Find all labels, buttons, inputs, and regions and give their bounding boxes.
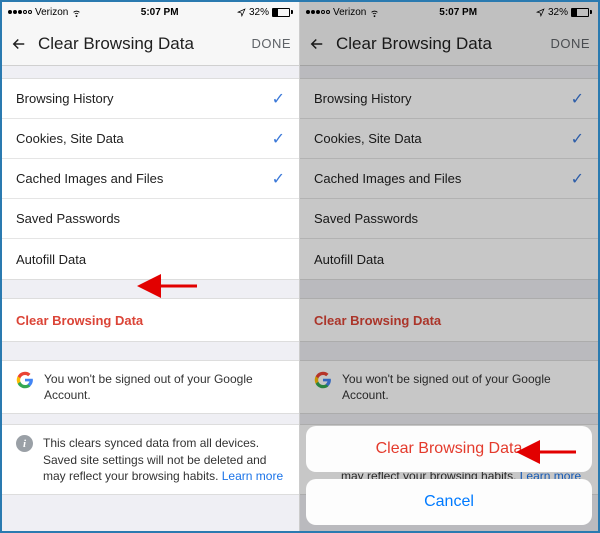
check-icon: ✓ — [272, 89, 285, 109]
back-button[interactable] — [10, 35, 34, 53]
status-bar: Verizon 5:07 PM 32% — [2, 2, 299, 22]
account-note: You won't be signed out of your Google A… — [300, 360, 598, 414]
account-note-text: You won't be signed out of your Google A… — [342, 371, 584, 403]
done-button[interactable]: DONE — [550, 36, 590, 51]
data-type-list: Browsing History ✓ Cookies, Site Data ✓ … — [300, 78, 598, 280]
check-icon: ✓ — [571, 89, 584, 109]
row-label: Cookies, Site Data — [16, 131, 124, 146]
clear-label: Clear Browsing Data — [314, 313, 441, 328]
learn-more-link[interactable]: Learn more — [222, 469, 283, 483]
page-title: Clear Browsing Data — [34, 34, 251, 54]
data-type-list: Browsing History ✓ Cookies, Site Data ✓ … — [2, 78, 299, 280]
check-icon: ✓ — [272, 169, 285, 189]
time-label: 5:07 PM — [141, 7, 179, 18]
row-label: Browsing History — [314, 91, 412, 106]
sheet-clear-button[interactable]: Clear Browsing Data — [306, 426, 592, 472]
signal-dots-icon — [8, 10, 32, 14]
row-browsing-history[interactable]: Browsing History ✓ — [2, 79, 299, 119]
page-title: Clear Browsing Data — [332, 34, 550, 54]
row-cached[interactable]: Cached Images and Files ✓ — [300, 159, 598, 199]
row-passwords[interactable]: Saved Passwords — [300, 199, 598, 239]
status-bar: Verizon 5:07 PM 32% — [300, 2, 598, 22]
clear-browsing-data-button[interactable]: Clear Browsing Data — [2, 299, 299, 341]
row-label: Cookies, Site Data — [314, 131, 422, 146]
location-icon — [237, 8, 246, 17]
row-autofill[interactable]: Autofill Data — [2, 239, 299, 279]
sync-note: i This clears synced data from all devic… — [2, 424, 299, 495]
clear-browsing-data-button[interactable]: Clear Browsing Data — [300, 299, 598, 341]
row-passwords[interactable]: Saved Passwords — [2, 199, 299, 239]
row-label: Autofill Data — [314, 252, 384, 267]
time-label: 5:07 PM — [439, 7, 477, 18]
google-logo-icon — [314, 371, 332, 389]
check-icon: ✓ — [571, 129, 584, 149]
signal-dots-icon — [306, 10, 330, 14]
google-logo-icon — [16, 371, 34, 389]
check-icon: ✓ — [272, 129, 285, 149]
phone-right: Verizon 5:07 PM 32% Clear Browsing Dat — [300, 2, 598, 531]
row-label: Browsing History — [16, 91, 114, 106]
carrier-label: Verizon — [35, 7, 68, 18]
done-button[interactable]: DONE — [251, 36, 291, 51]
carrier-label: Verizon — [333, 7, 366, 18]
location-icon — [536, 8, 545, 17]
info-icon: i — [16, 435, 33, 452]
row-label: Cached Images and Files — [16, 171, 163, 186]
account-note-text: You won't be signed out of your Google A… — [44, 371, 285, 403]
battery-pct-label: 32% — [249, 7, 269, 18]
battery-icon — [272, 8, 293, 17]
phone-left: Verizon 5:07 PM 32% Clear Browsing Dat — [2, 2, 300, 531]
row-label: Autofill Data — [16, 252, 86, 267]
row-label: Cached Images and Files — [314, 171, 461, 186]
account-note: You won't be signed out of your Google A… — [2, 360, 299, 414]
row-cookies[interactable]: Cookies, Site Data ✓ — [300, 119, 598, 159]
sheet-cancel-button[interactable]: Cancel — [306, 479, 592, 525]
battery-pct-label: 32% — [548, 7, 568, 18]
wifi-icon — [369, 7, 380, 18]
check-icon: ✓ — [571, 169, 584, 189]
back-button[interactable] — [308, 35, 332, 53]
sheet-cancel-label: Cancel — [424, 493, 474, 511]
row-browsing-history[interactable]: Browsing History ✓ — [300, 79, 598, 119]
row-cookies[interactable]: Cookies, Site Data ✓ — [2, 119, 299, 159]
battery-icon — [571, 8, 592, 17]
nav-bar: Clear Browsing Data DONE — [300, 22, 598, 66]
nav-bar: Clear Browsing Data DONE — [2, 22, 299, 66]
row-label: Saved Passwords — [16, 211, 120, 226]
row-label: Saved Passwords — [314, 211, 418, 226]
clear-label: Clear Browsing Data — [16, 313, 143, 328]
row-cached[interactable]: Cached Images and Files ✓ — [2, 159, 299, 199]
row-autofill[interactable]: Autofill Data — [300, 239, 598, 279]
wifi-icon — [71, 7, 82, 18]
sheet-clear-label: Clear Browsing Data — [376, 440, 523, 458]
action-sheet: Clear Browsing Data Cancel — [306, 426, 592, 525]
